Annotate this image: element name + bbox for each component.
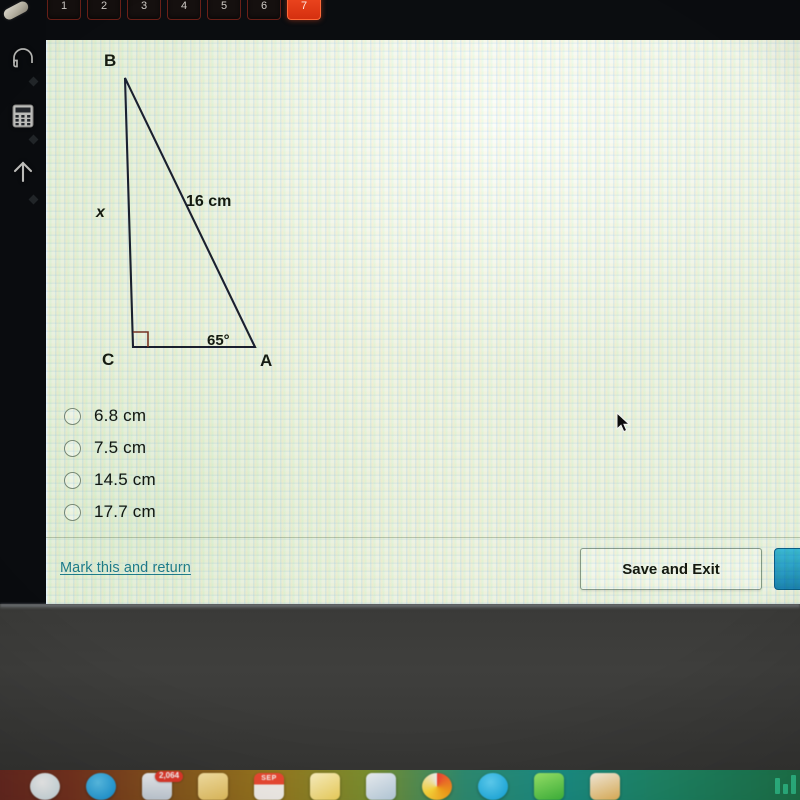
- answer-choice-3[interactable]: 14.5 cm: [64, 464, 484, 496]
- photos-icon[interactable]: [422, 773, 452, 800]
- circle-blue-icon[interactable]: [478, 773, 508, 800]
- question-tab-4[interactable]: 4: [167, 0, 201, 20]
- answer-choice-1[interactable]: 6.8 cm: [64, 400, 484, 432]
- question-tab-3[interactable]: 3: [127, 0, 161, 20]
- up-arrow-icon[interactable]: [0, 158, 46, 184]
- answer-choice-2[interactable]: 7.5 cm: [64, 432, 484, 464]
- quiz-content-panel: B C A 16 cm x 65° 6.8 cm 7.5 cm 14.5 cm: [46, 40, 800, 604]
- left-tool-rail: [0, 0, 46, 604]
- bezel-highlight: [0, 604, 800, 609]
- footer-bar: Mark this and return Save and Exit: [46, 538, 800, 604]
- answer-choice-4[interactable]: 17.7 cm: [64, 496, 484, 528]
- answer-choice-1-label: 6.8 cm: [94, 406, 147, 425]
- photographed-screen: 1 2 3 4 5 6 7 B C A 16 cm x 65° 6.8 cm 7…: [0, 0, 800, 800]
- hypotenuse-label: 16 cm: [186, 193, 231, 210]
- calendar-badge-icon[interactable]: 2,064: [142, 771, 184, 800]
- triangle-figure: B C A 16 cm x 65°: [46, 40, 800, 390]
- side-x-label: x: [95, 204, 106, 221]
- question-tab-7-active[interactable]: 7: [287, 0, 321, 20]
- mouse-pointer-icon: [616, 412, 632, 434]
- equalizer-icon[interactable]: [775, 774, 796, 794]
- notes-icon[interactable]: [310, 773, 340, 800]
- radio-button-3[interactable]: [64, 471, 81, 489]
- radio-button-2[interactable]: [64, 439, 81, 457]
- question-tab-list[interactable]: 1 2 3 4 5 6 7: [47, 0, 321, 20]
- taskbar-dock[interactable]: 2,064 SEP: [0, 770, 800, 800]
- question-tab-6[interactable]: 6: [247, 0, 281, 20]
- question-tab-5[interactable]: 5: [207, 0, 241, 20]
- answer-choice-3-label: 14.5 cm: [94, 470, 156, 489]
- desk-surface: [0, 604, 800, 770]
- mark-this-and-return-link[interactable]: Mark this and return: [60, 560, 191, 576]
- next-button[interactable]: [774, 548, 800, 590]
- messages-icon[interactable]: [534, 773, 564, 800]
- folder-icon[interactable]: [198, 773, 228, 800]
- notification-badge: 2,064: [155, 771, 184, 782]
- chat-icon[interactable]: [86, 773, 116, 800]
- headphones-icon[interactable]: [0, 48, 46, 68]
- radio-button-1[interactable]: [64, 407, 81, 425]
- question-tab-2[interactable]: 2: [87, 0, 121, 20]
- calendar-sep-icon[interactable]: SEP: [254, 773, 284, 800]
- calendar-month-label: SEP: [261, 775, 277, 782]
- radio-button-4[interactable]: [64, 503, 81, 521]
- angle-label-65: 65°: [207, 332, 230, 349]
- news-icon[interactable]: [590, 773, 620, 800]
- answer-choice-2-label: 7.5 cm: [94, 438, 147, 457]
- question-tab-1[interactable]: 1: [47, 0, 81, 20]
- vertex-label-A: A: [260, 351, 272, 370]
- charts-icon[interactable]: [366, 773, 396, 800]
- dock-item-list[interactable]: 2,064 SEP: [30, 771, 620, 800]
- save-and-exit-button[interactable]: Save and Exit: [580, 548, 762, 590]
- calculator-icon[interactable]: [0, 104, 46, 128]
- browser-icon[interactable]: [30, 773, 60, 800]
- answer-choice-list[interactable]: 6.8 cm 7.5 cm 14.5 cm 17.7 cm: [64, 400, 484, 528]
- vertex-label-C: C: [102, 350, 114, 369]
- vertex-label-B: B: [104, 51, 116, 70]
- answer-choice-4-label: 17.7 cm: [94, 502, 156, 521]
